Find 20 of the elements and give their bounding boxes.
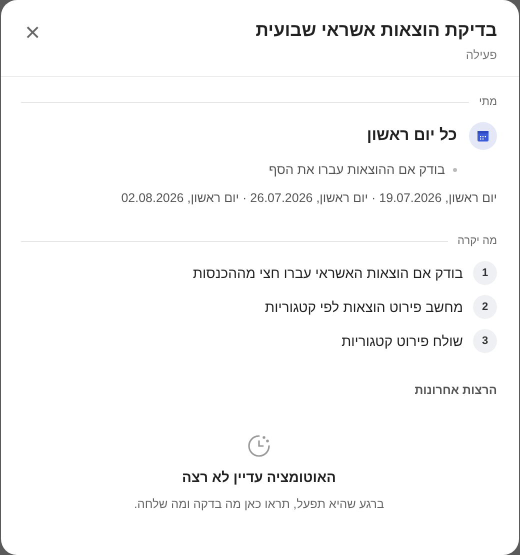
section-label: מה יקרה	[458, 235, 497, 247]
step-text: בודק אם הוצאות האשראי עברו חצי מההכנסות	[192, 265, 463, 281]
step-number: 2	[473, 295, 497, 319]
section-label: הרצות אחרונות	[414, 383, 497, 397]
close-button[interactable]: ×	[21, 19, 44, 45]
clock-icon	[246, 433, 272, 459]
bullet-icon	[453, 168, 457, 172]
section-label: מתי	[478, 96, 497, 108]
step-number: 3	[473, 329, 497, 353]
calendar-icon	[469, 122, 497, 150]
upcoming-dates: יום ראשון, 19.07.2026 · יום ראשון, 26.07.2026 · יום ראשון, 02.08.2026	[120, 191, 497, 205]
step-text: מחשב פירוט הוצאות לפי קטגוריות	[264, 299, 463, 315]
schedule-title: כל יום ראשון	[366, 127, 457, 145]
empty-state-text: ברגע שהיא תפעל, תראו כאן מה בדקה ומה שלחה.	[134, 497, 384, 511]
empty-state-title: האוטומציה עדיין לא רצה	[182, 469, 336, 485]
step-text: שולח פירוט קטגוריות	[341, 333, 463, 349]
condition-text: בודק אם ההוצאות עברו את הסף	[268, 162, 445, 177]
dialog-title: בדיקת הוצאות אשראי שבועית	[256, 19, 497, 42]
step-number: 1	[473, 261, 497, 285]
status-label: פעילה	[464, 48, 497, 62]
